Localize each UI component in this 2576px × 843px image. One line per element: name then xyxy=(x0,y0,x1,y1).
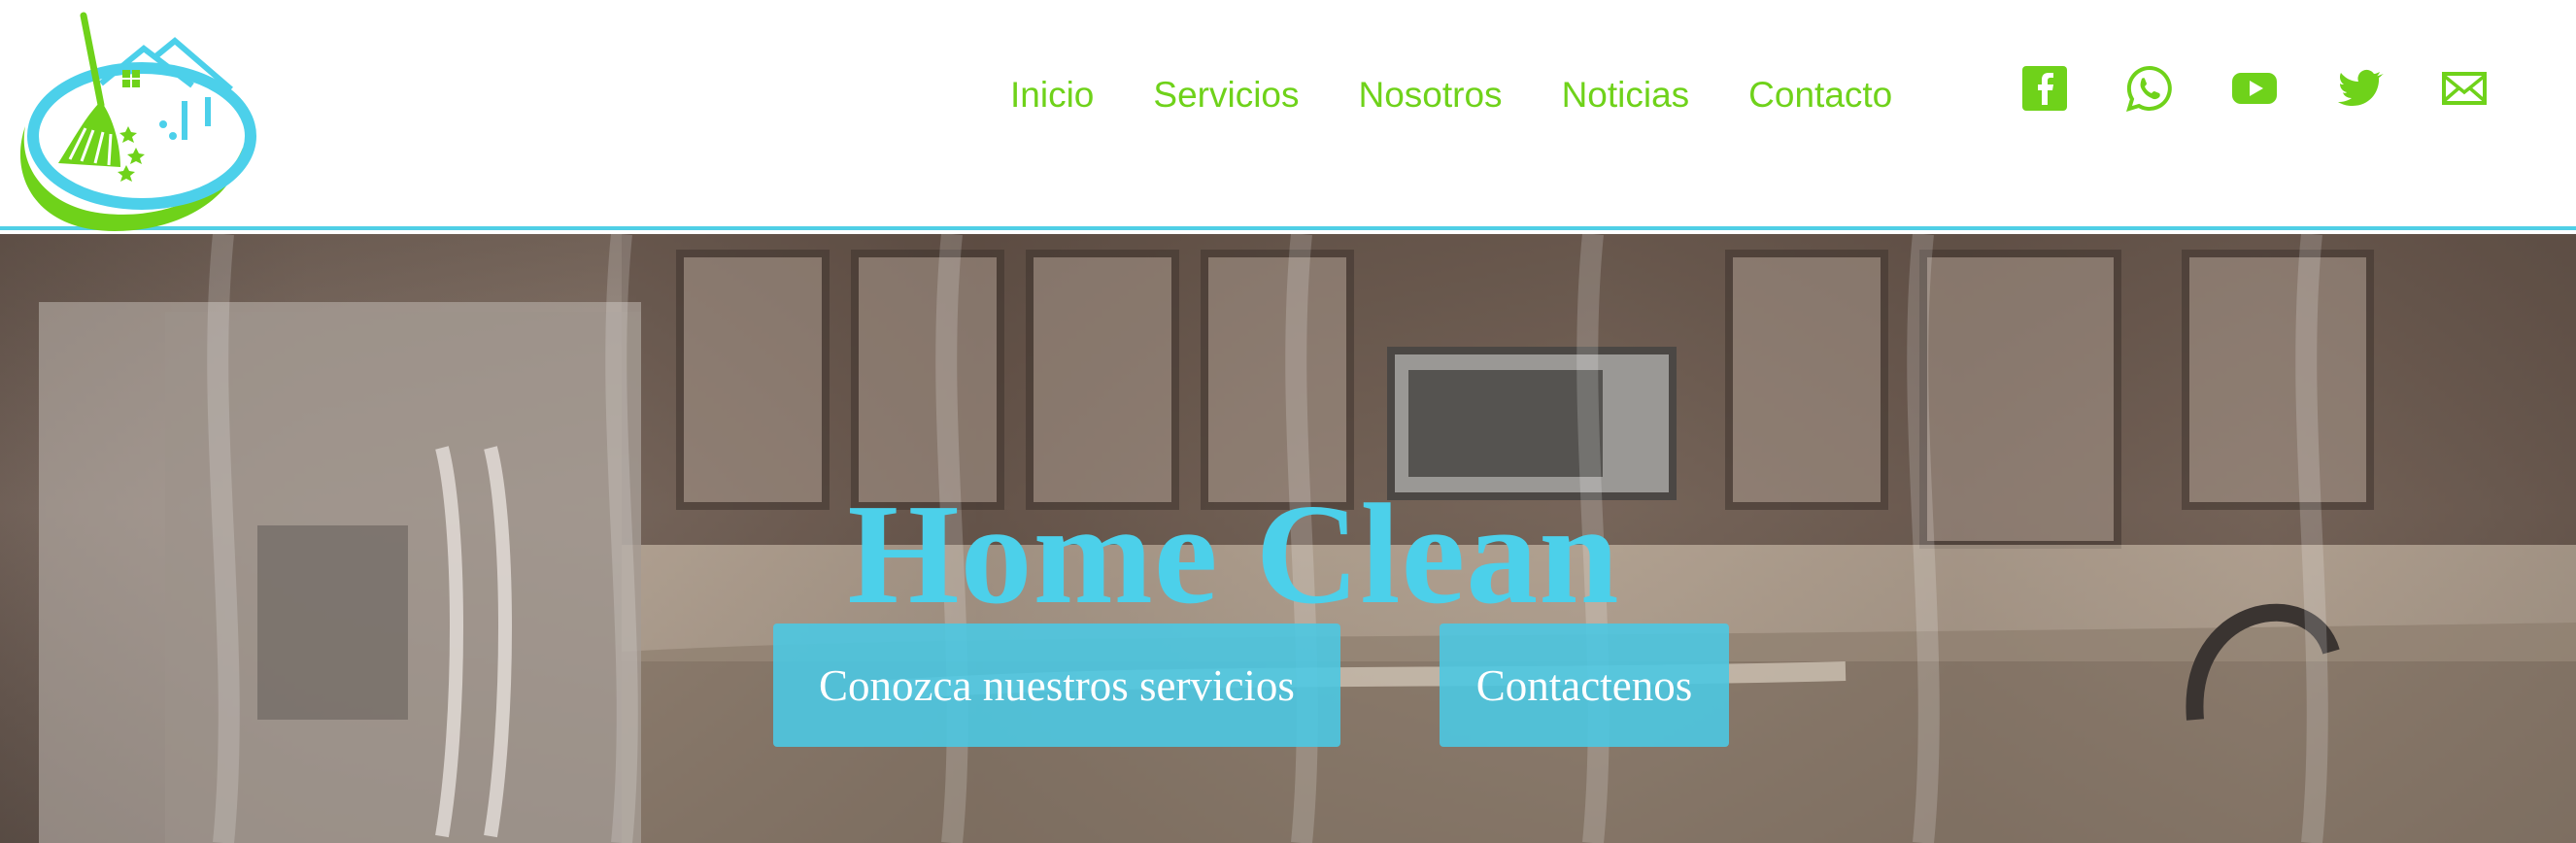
youtube-icon[interactable] xyxy=(2230,64,2279,113)
nav-link-servicios[interactable]: Servicios xyxy=(1153,75,1299,116)
hero-title: Home Clean xyxy=(847,475,1620,634)
social-links xyxy=(2020,64,2489,113)
mail-icon[interactable] xyxy=(2440,64,2489,113)
facebook-icon[interactable] xyxy=(2020,64,2069,113)
contact-button[interactable]: Contactenos xyxy=(1440,624,1729,747)
whatsapp-icon[interactable] xyxy=(2125,64,2174,113)
nav-link-contacto[interactable]: Contacto xyxy=(1748,75,1892,116)
hero-section: Home Clean Conozca nuestros servicios Co… xyxy=(0,234,2576,843)
twitter-icon[interactable] xyxy=(2335,64,2384,113)
services-button[interactable]: Conozca nuestros servicios xyxy=(773,624,1340,747)
broom-house-logo-icon[interactable] xyxy=(8,12,256,239)
site-header: Inicio Servicios Nosotros Noticias Conta… xyxy=(0,0,2576,230)
nav-link-noticias[interactable]: Noticias xyxy=(1562,75,1690,116)
main-nav: Inicio Servicios Nosotros Noticias Conta… xyxy=(1010,0,1892,189)
nav-link-inicio[interactable]: Inicio xyxy=(1010,75,1094,116)
nav-link-nosotros[interactable]: Nosotros xyxy=(1359,75,1503,116)
